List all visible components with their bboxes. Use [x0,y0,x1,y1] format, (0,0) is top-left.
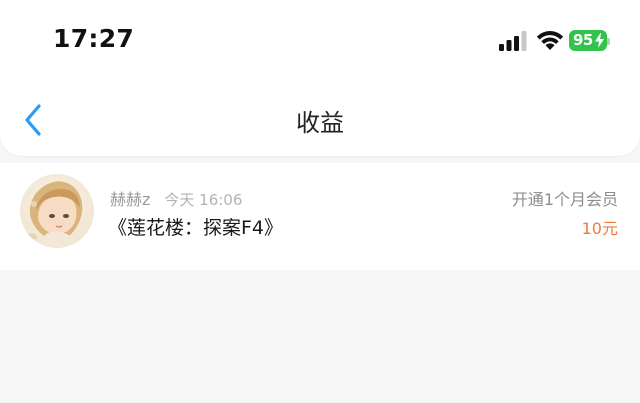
earning-amount: 10元 [581,219,618,238]
earning-record[interactable]: 赫赫z 今天 16:06 《莲花楼：探案F4》 开通1个月会员 10元 [0,163,640,270]
battery-cap [607,38,610,45]
status-time: 17:27 [53,24,135,53]
avatar[interactable] [20,174,94,248]
avatar-illustration [20,174,94,248]
cellular-signal-icon [499,31,527,51]
battery-level: 95 [573,31,593,49]
record-time: 今天 16:06 [164,191,243,209]
order-type: 开通1个月会员 [511,190,618,209]
battery-indicator: 95 [569,30,610,51]
top-header: 17:27 95 收益 [0,0,640,156]
work-title[interactable]: 《莲花楼：探案F4》 [108,213,283,240]
user-name[interactable]: 赫赫z [110,190,150,209]
wifi-icon [536,31,564,50]
page-title: 收益 [296,109,344,137]
record-meta: 赫赫z 今天 16:06 [110,186,242,210]
battery-charging-icon [595,33,604,48]
